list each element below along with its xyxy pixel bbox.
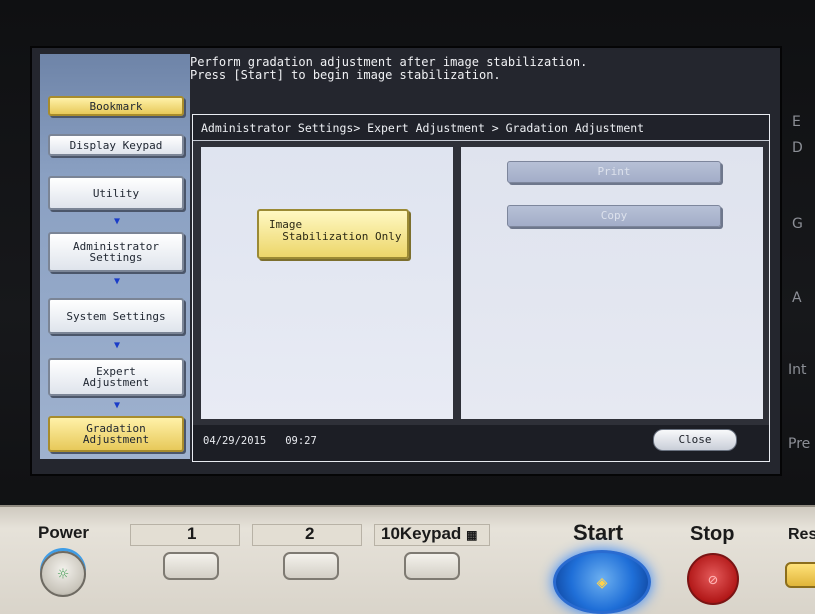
down-arrow-icon: ▼	[113, 340, 121, 351]
bookmark-button[interactable]: Bookmark	[48, 96, 184, 116]
panel-divider	[130, 524, 240, 546]
down-arrow-icon: ▼	[113, 216, 121, 227]
offscreen-panel-fragments: E D G A Int Pre	[784, 100, 815, 500]
key-1-label: 1	[187, 524, 197, 543]
fragment-label: G	[792, 216, 803, 232]
touch-screen: Bookmark Display Keypad Utility ▼ Admini…	[30, 46, 782, 476]
print-button[interactable]: Print	[507, 161, 721, 183]
nav-utility-button[interactable]: Utility	[48, 176, 184, 210]
time-text: 09:27	[285, 435, 317, 447]
keypad-label: 10Keypad ▦	[381, 524, 477, 544]
left-navigation-panel: Bookmark Display Keypad Utility ▼ Admini…	[40, 54, 190, 459]
date-time-display: 04/29/2015 09:27	[203, 435, 317, 447]
power-icon: ☼	[57, 563, 69, 585]
register-key-2[interactable]	[283, 552, 339, 580]
power-label: Power	[38, 523, 90, 542]
fragment-label: A	[792, 290, 802, 306]
nav-system-settings-button[interactable]: System Settings	[48, 298, 184, 334]
down-arrow-icon: ▼	[113, 276, 121, 287]
status-bar: 04/29/2015 09:27 Close	[193, 425, 769, 461]
fragment-label: Pre	[788, 436, 811, 452]
down-arrow-icon: ▼	[113, 400, 121, 411]
key-2-label: 2	[305, 524, 315, 543]
gradation-adjustment-window: Administrator Settings> Expert Adjustmen…	[192, 114, 770, 462]
register-key-1[interactable]	[163, 552, 219, 580]
fragment-label: D	[792, 140, 803, 156]
nav-administrator-settings-button[interactable]: Administrator Settings	[48, 232, 184, 272]
keypad-label-text: 10Keypad	[381, 524, 462, 543]
keypad-key[interactable]	[404, 552, 460, 580]
left-option-pane: Image Stabilization Only	[201, 147, 453, 419]
start-button[interactable]: ◈	[553, 550, 651, 614]
nav-gradation-adjustment-button[interactable]: Gradation Adjustment	[48, 416, 184, 452]
message-line-2: Press [Start] to begin image stabilizati…	[190, 68, 501, 82]
breadcrumb: Administrator Settings> Expert Adjustmen…	[193, 115, 769, 141]
right-option-pane: Print Copy	[461, 147, 763, 419]
start-diamond-icon: ◈	[596, 571, 608, 593]
date-text: 04/29/2015	[203, 435, 267, 447]
start-label: Start	[573, 520, 624, 545]
close-button[interactable]: Close	[653, 429, 737, 451]
stop-label: Stop	[690, 523, 735, 545]
fragment-label: E	[792, 114, 801, 130]
fragment-label: Int	[788, 362, 807, 378]
stop-icon: ⊘	[708, 569, 718, 589]
reset-button[interactable]	[785, 562, 815, 588]
message-line-1: Perform gradation adjustment after image…	[190, 55, 588, 69]
reset-label: Res	[788, 526, 815, 543]
power-button[interactable]: ☼	[40, 551, 86, 597]
copy-button[interactable]: Copy	[507, 205, 721, 227]
stop-button[interactable]: ⊘	[687, 553, 739, 605]
instruction-message: Perform gradation adjustment after image…	[190, 56, 770, 82]
keypad-grid-icon: ▦	[466, 528, 478, 542]
nav-expert-adjustment-button[interactable]: Expert Adjustment	[48, 358, 184, 396]
display-keypad-button[interactable]: Display Keypad	[48, 134, 184, 156]
image-stabilization-only-button[interactable]: Image Stabilization Only	[257, 209, 409, 259]
